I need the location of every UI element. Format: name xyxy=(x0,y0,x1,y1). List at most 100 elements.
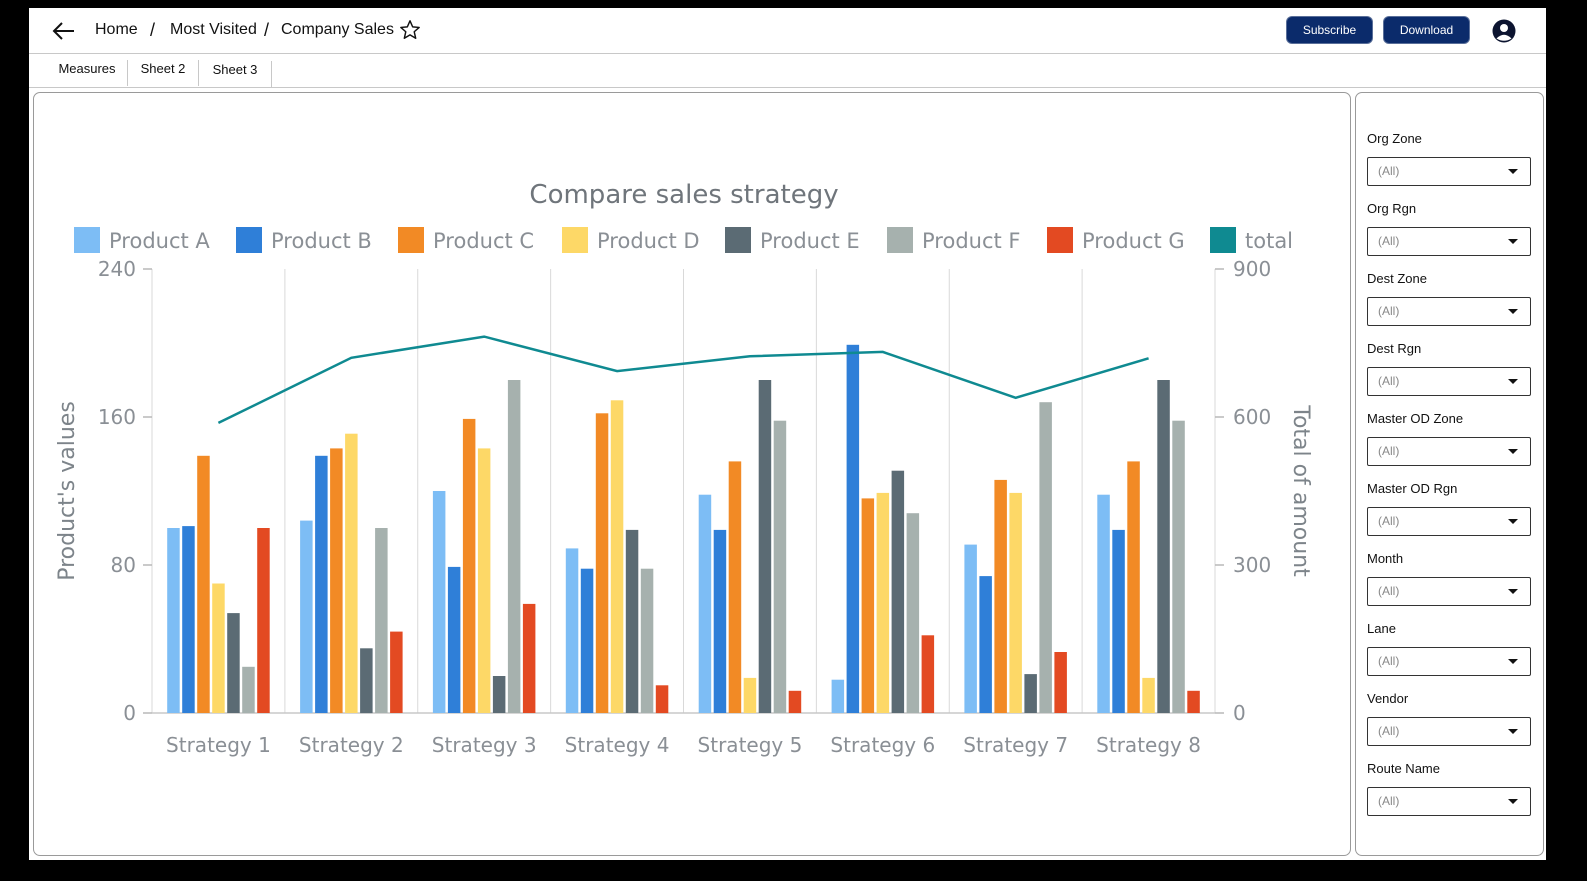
bar-product-c xyxy=(994,479,1007,713)
bar-product-c xyxy=(728,461,742,713)
back-arrow-icon[interactable] xyxy=(51,18,77,44)
filter-value: (All) xyxy=(1378,724,1400,738)
filter-label-master-od-rgn: Master OD Rgn xyxy=(1367,481,1458,496)
x-tick-label: Strategy 4 xyxy=(565,733,670,757)
bar-product-e xyxy=(227,613,240,713)
x-tick-label: Strategy 3 xyxy=(432,733,537,757)
filter-value: (All) xyxy=(1378,444,1400,458)
tab-sheet-2[interactable]: Sheet 2 xyxy=(128,60,199,86)
legend-swatch xyxy=(1047,227,1073,253)
favorite-star-icon[interactable] xyxy=(399,19,421,41)
bar-product-b xyxy=(580,568,594,713)
filter-select-month[interactable]: (All) xyxy=(1367,577,1531,606)
legend-label: Product E xyxy=(760,229,860,253)
legend-swatch xyxy=(74,227,100,253)
bar-product-e xyxy=(1024,674,1037,713)
bar-product-d xyxy=(212,583,225,713)
bar-product-c xyxy=(861,498,875,713)
bar-product-g xyxy=(390,631,403,713)
breadcrumb-current-page: Company Sales xyxy=(281,21,394,38)
filter-select-lane[interactable]: (All) xyxy=(1367,647,1531,676)
y2-tick-label: 300 xyxy=(1233,553,1271,577)
filter-label-vendor: Vendor xyxy=(1367,691,1409,706)
filter-select-dest-zone[interactable]: (All) xyxy=(1367,297,1531,326)
legend-swatch xyxy=(887,227,913,253)
bar-product-f xyxy=(375,528,388,713)
x-tick-label: Strategy 1 xyxy=(166,733,271,757)
bar-product-a xyxy=(1097,494,1110,713)
bar-product-g xyxy=(788,690,802,713)
x-tick-label: Strategy 6 xyxy=(830,733,935,757)
bar-product-c xyxy=(197,455,210,713)
sheet-tabs: Measures Sheet 2 Sheet 3 xyxy=(29,55,1546,88)
legend-label: Product D xyxy=(597,229,700,253)
filter-value: (All) xyxy=(1378,164,1400,178)
chevron-down-icon xyxy=(1508,239,1518,244)
x-tick-label: Strategy 7 xyxy=(963,733,1068,757)
bar-product-c xyxy=(595,413,609,713)
bar-product-a xyxy=(300,520,313,713)
y-tick-label: 160 xyxy=(98,405,136,429)
legend-swatch xyxy=(236,227,262,253)
bar-product-b xyxy=(846,344,860,713)
filter-value: (All) xyxy=(1378,654,1400,668)
y2-axis-label: Total of amount xyxy=(1288,404,1313,577)
y-tick-label: 240 xyxy=(98,257,136,281)
legend-label: Product C xyxy=(433,229,534,253)
bar-product-c xyxy=(330,448,343,713)
bar-product-d xyxy=(477,448,491,713)
y-tick-label: 0 xyxy=(123,701,136,725)
bar-product-a xyxy=(432,491,446,713)
download-button[interactable]: Download xyxy=(1384,17,1469,43)
filter-select-master-od-zone[interactable]: (All) xyxy=(1367,437,1531,466)
filter-select-vendor[interactable]: (All) xyxy=(1367,717,1531,746)
filter-label-org-rgn: Org Rgn xyxy=(1367,201,1417,216)
bar-product-a xyxy=(565,548,579,713)
bar-product-d xyxy=(1142,677,1155,713)
filter-label-route-name: Route Name xyxy=(1367,761,1440,776)
legend-swatch xyxy=(398,227,424,253)
user-avatar-icon[interactable] xyxy=(1492,19,1516,43)
chevron-down-icon xyxy=(1508,309,1518,314)
filter-select-master-od-rgn[interactable]: (All) xyxy=(1367,507,1531,536)
top-bar: Home / Most Visited / Company Sales Subs… xyxy=(29,8,1546,54)
bar-product-f xyxy=(242,666,255,714)
filter-value: (All) xyxy=(1378,584,1400,598)
legend-label: Product B xyxy=(271,229,372,253)
bar-product-a xyxy=(831,679,845,713)
chart-panel: 0 80 160 240 0 300 600 900 Strategy 1 Strategy 2 S… xyxy=(33,92,1351,856)
filter-select-org-rgn[interactable]: (All) xyxy=(1367,227,1531,256)
breadcrumb-home[interactable]: Home xyxy=(95,21,138,39)
bar-product-g xyxy=(1187,690,1200,713)
filter-value: (All) xyxy=(1378,374,1400,388)
chevron-down-icon xyxy=(1508,519,1518,524)
chevron-down-icon xyxy=(1508,169,1518,174)
bar-product-g xyxy=(1054,652,1067,713)
y2-tick-label: 600 xyxy=(1233,405,1271,429)
filter-select-org-zone[interactable]: (All) xyxy=(1367,157,1531,186)
legend-label: Product A xyxy=(109,229,210,253)
filter-value: (All) xyxy=(1378,304,1400,318)
breadcrumb-separator: / xyxy=(150,20,156,40)
subscribe-button[interactable]: Subscribe xyxy=(1287,17,1372,43)
tab-measures[interactable]: Measures xyxy=(47,60,128,86)
filter-select-dest-rgn[interactable]: (All) xyxy=(1367,367,1531,396)
tab-sheet-3[interactable]: Sheet 3 xyxy=(199,61,272,87)
app-window: Home / Most Visited / Company Sales Subs… xyxy=(29,8,1546,860)
chevron-down-icon xyxy=(1508,659,1518,664)
y-axis-label: Product's values xyxy=(55,401,80,581)
bar-product-d xyxy=(1009,492,1022,713)
filter-select-route-name[interactable]: (All) xyxy=(1367,787,1531,816)
x-tick-label: Strategy 5 xyxy=(698,733,803,757)
bar-product-f xyxy=(1039,402,1052,713)
bar-product-g xyxy=(655,685,669,714)
breadcrumb-most-visited[interactable]: Most Visited xyxy=(170,21,257,39)
y-tick-label: 80 xyxy=(111,553,136,577)
filter-value: (All) xyxy=(1378,794,1400,808)
bar-product-b xyxy=(182,526,195,713)
bar-product-d xyxy=(345,433,358,713)
bar-product-d xyxy=(876,492,890,713)
bar-product-g xyxy=(921,635,935,713)
filter-label-dest-zone: Dest Zone xyxy=(1367,271,1427,286)
filter-value: (All) xyxy=(1378,234,1400,248)
